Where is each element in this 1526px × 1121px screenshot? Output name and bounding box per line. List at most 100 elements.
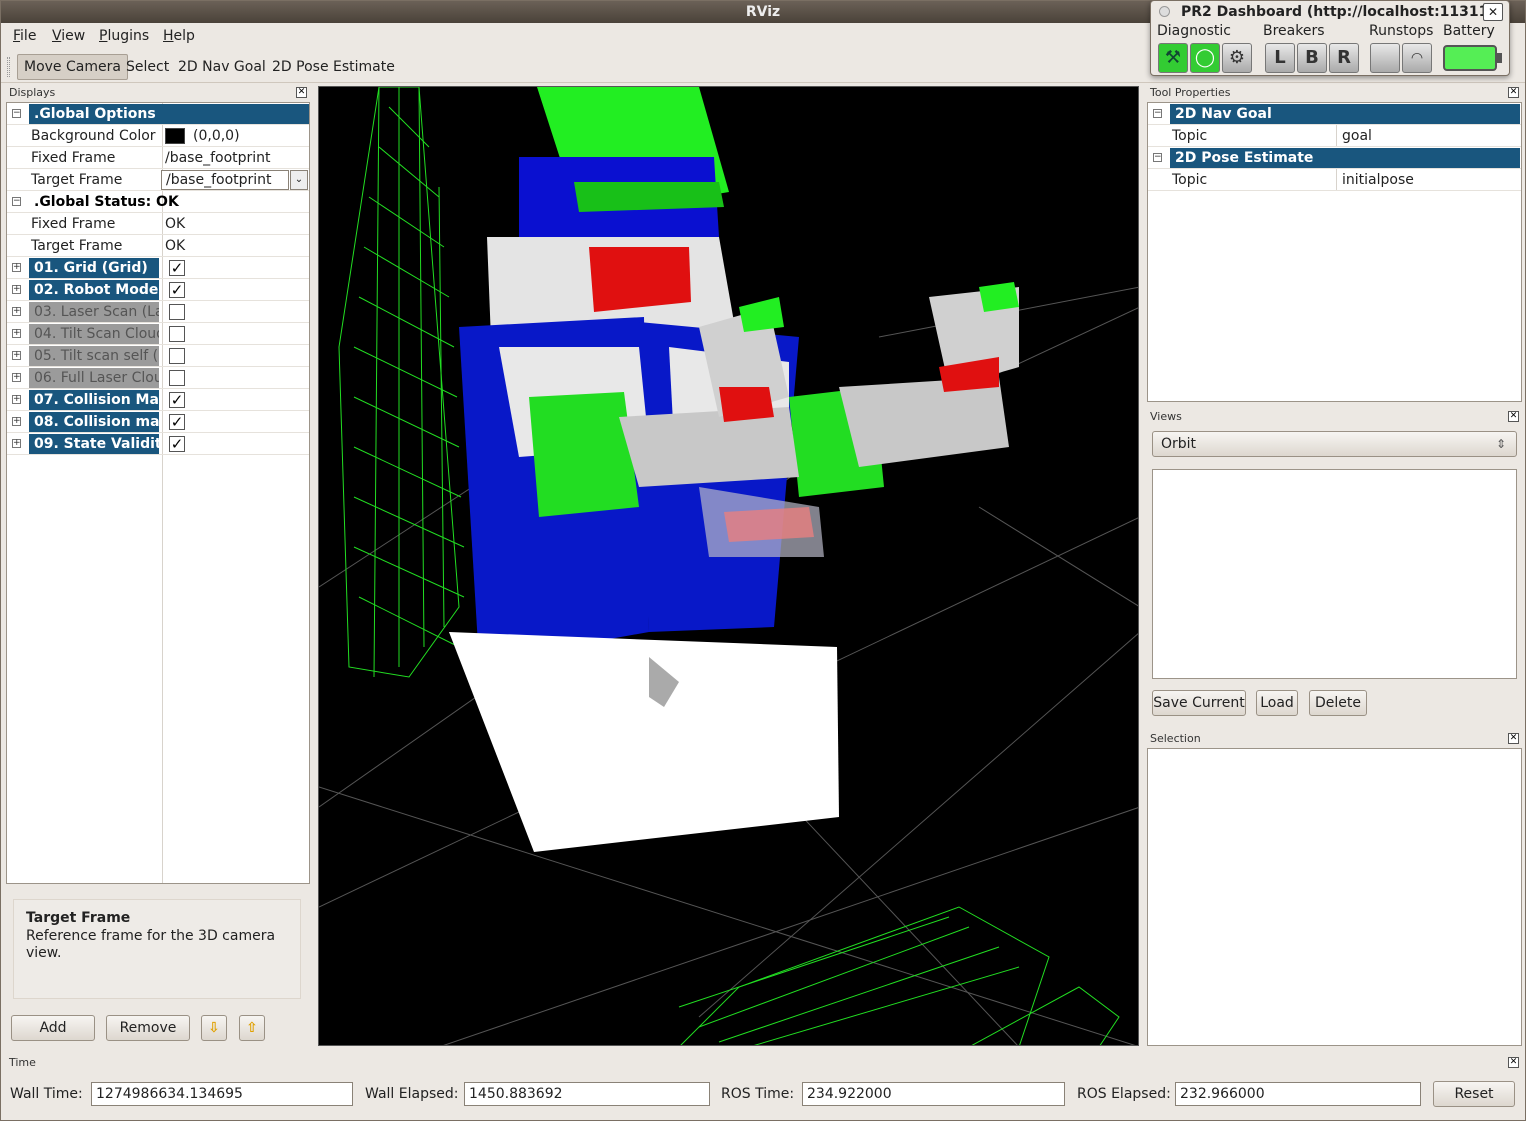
target-frame-label: Target Frame: [31, 172, 123, 188]
chevron-down-icon[interactable]: ⌄: [290, 170, 308, 190]
ros-time-field[interactable]: 234.922000: [802, 1082, 1065, 1106]
view-type-select[interactable]: Orbit: [1152, 431, 1517, 457]
collapse-icon[interactable]: −: [1153, 153, 1162, 162]
load-button[interactable]: Load: [1256, 690, 1298, 716]
expand-icon[interactable]: +: [12, 395, 21, 404]
displays-panel: Displays ✕ − .Global Options Background …: [5, 85, 311, 1050]
close-icon[interactable]: ✕: [1508, 87, 1519, 98]
topic-value[interactable]: initialpose: [1342, 169, 1414, 191]
collapse-icon[interactable]: −: [12, 109, 21, 118]
menu-view[interactable]: View: [52, 28, 85, 44]
display-item-state-validity[interactable]: +09. State Validity ✓: [7, 433, 309, 455]
enabled-checkbox[interactable]: [169, 370, 185, 386]
breaker-base-button[interactable]: B: [1297, 43, 1327, 73]
toolbar-grip[interactable]: [7, 57, 10, 77]
property-row[interactable]: Fixed Frame /base_footprint: [7, 147, 309, 169]
breaker-left-button[interactable]: L: [1265, 43, 1295, 73]
close-icon[interactable]: ✕: [1508, 733, 1519, 744]
diagnostic-label: Diagnostic: [1157, 23, 1231, 39]
enabled-checkbox[interactable]: [169, 326, 185, 342]
menu-plugins[interactable]: Plugins: [99, 28, 149, 44]
wrench-icon[interactable]: ⚒: [1158, 43, 1188, 73]
render-viewport[interactable]: [318, 86, 1139, 1046]
wall-elapsed-field[interactable]: 1450.883692: [464, 1082, 710, 1106]
background-color-value: (0,0,0): [193, 128, 240, 144]
tool-2d-pose-estimate[interactable]: 2D Pose Estimate: [265, 54, 402, 80]
wall-time-field[interactable]: 1274986634.134695: [91, 1082, 353, 1106]
menu-help[interactable]: Help: [163, 28, 195, 44]
collapse-icon[interactable]: −: [1153, 109, 1162, 118]
display-item-laser-scan[interactable]: +03. Laser Scan (Las: [7, 301, 309, 323]
status-label: Target Frame: [31, 238, 123, 254]
close-icon[interactable]: ✕: [1483, 3, 1503, 21]
enabled-checkbox[interactable]: ✓: [169, 436, 185, 452]
gear-icon[interactable]: ⚙: [1222, 43, 1252, 73]
expand-icon[interactable]: +: [12, 263, 21, 272]
expand-icon[interactable]: +: [12, 417, 21, 426]
expand-icon[interactable]: +: [12, 285, 21, 294]
enabled-checkbox[interactable]: ✓: [169, 260, 185, 276]
tool-properties-tree[interactable]: − 2D Nav Goal Topic goal − 2D Pose Estim…: [1147, 102, 1522, 402]
close-icon[interactable]: ✕: [296, 87, 307, 98]
runstops-label: Runstops: [1369, 23, 1434, 39]
display-item-tilt-scan-cloud[interactable]: +04. Tilt Scan Cloud: [7, 323, 309, 345]
expand-icon[interactable]: +: [12, 373, 21, 382]
dashboard-title: PR2 Dashboard (http://localhost:11311): [1181, 4, 1495, 20]
selection-tree[interactable]: [1147, 748, 1522, 1046]
status-row[interactable]: Fixed Frame OK: [7, 213, 309, 235]
close-icon[interactable]: ✕: [1508, 1057, 1519, 1068]
property-row[interactable]: Topic goal: [1148, 125, 1521, 147]
global-options-row[interactable]: − .Global Options: [7, 103, 309, 125]
enabled-checkbox[interactable]: ✓: [169, 414, 185, 430]
display-item-collision-map[interactable]: +07. Collision Map ✓: [7, 389, 309, 411]
views-panel: Views ✕ Orbit ⇕ Save Current Load Delete: [1146, 409, 1523, 727]
reset-button[interactable]: Reset: [1433, 1081, 1515, 1107]
remove-button[interactable]: Remove: [106, 1015, 190, 1041]
menu-file[interactable]: File: [13, 28, 36, 44]
collapse-icon[interactable]: −: [12, 197, 21, 206]
breaker-right-button[interactable]: R: [1329, 43, 1359, 73]
display-item-collision-markers[interactable]: +08. Collision mar ✓: [7, 411, 309, 433]
nav-goal-section[interactable]: − 2D Nav Goal: [1148, 103, 1521, 125]
expand-icon[interactable]: +: [12, 439, 21, 448]
property-row[interactable]: Background Color (0,0,0): [7, 125, 309, 147]
enabled-checkbox[interactable]: [169, 348, 185, 364]
display-item-tilt-scan-self[interactable]: +05. Tilt scan self (P: [7, 345, 309, 367]
move-up-icon[interactable]: ⇧: [239, 1015, 265, 1041]
add-button[interactable]: Add: [11, 1015, 95, 1041]
display-item-grid[interactable]: +01. Grid (Grid) ✓: [7, 257, 309, 279]
enabled-checkbox[interactable]: ✓: [169, 392, 185, 408]
pose-estimate-section[interactable]: − 2D Pose Estimate: [1148, 147, 1521, 169]
wireless-icon[interactable]: ◠: [1402, 43, 1432, 73]
save-current-button[interactable]: Save Current: [1152, 690, 1246, 716]
close-icon[interactable]: ✕: [1508, 411, 1519, 422]
runstop-button-icon[interactable]: [1370, 43, 1400, 73]
expand-icon[interactable]: +: [12, 307, 21, 316]
fixed-frame-value[interactable]: /base_footprint: [165, 147, 271, 169]
global-status-row[interactable]: − .Global Status: OK: [7, 191, 309, 213]
display-item-robot-model[interactable]: +02. Robot Model ✓: [7, 279, 309, 301]
enabled-checkbox[interactable]: ✓: [169, 282, 185, 298]
color-swatch[interactable]: [165, 128, 185, 144]
move-down-icon[interactable]: ⇩: [201, 1015, 227, 1041]
ros-elapsed-field[interactable]: 232.966000: [1175, 1082, 1421, 1106]
display-item-label: 03. Laser Scan (Las: [29, 302, 159, 322]
target-frame-combo[interactable]: /base_footprint: [161, 170, 289, 190]
tool-move-camera[interactable]: Move Camera: [17, 54, 128, 80]
property-row[interactable]: Target Frame /base_footprint ⌄: [7, 169, 309, 191]
saved-views-list[interactable]: [1152, 469, 1517, 679]
display-item-full-laser-cloud[interactable]: +06. Full Laser Cloud: [7, 367, 309, 389]
tool-select[interactable]: Select: [119, 54, 176, 80]
expand-icon[interactable]: +: [12, 329, 21, 338]
robot-model: [449, 87, 1019, 852]
delete-button[interactable]: Delete: [1309, 690, 1367, 716]
expand-icon[interactable]: +: [12, 351, 21, 360]
tool-2d-nav-goal[interactable]: 2D Nav Goal: [171, 54, 273, 80]
status-row[interactable]: Target Frame OK: [7, 235, 309, 257]
chat-bubble-icon[interactable]: ◯: [1190, 43, 1220, 73]
enabled-checkbox[interactable]: [169, 304, 185, 320]
topic-value[interactable]: goal: [1342, 125, 1372, 147]
property-row[interactable]: Topic initialpose: [1148, 169, 1521, 191]
displays-tree[interactable]: − .Global Options Background Color (0,0,…: [6, 102, 310, 884]
display-item-label: 02. Robot Model: [29, 280, 159, 300]
